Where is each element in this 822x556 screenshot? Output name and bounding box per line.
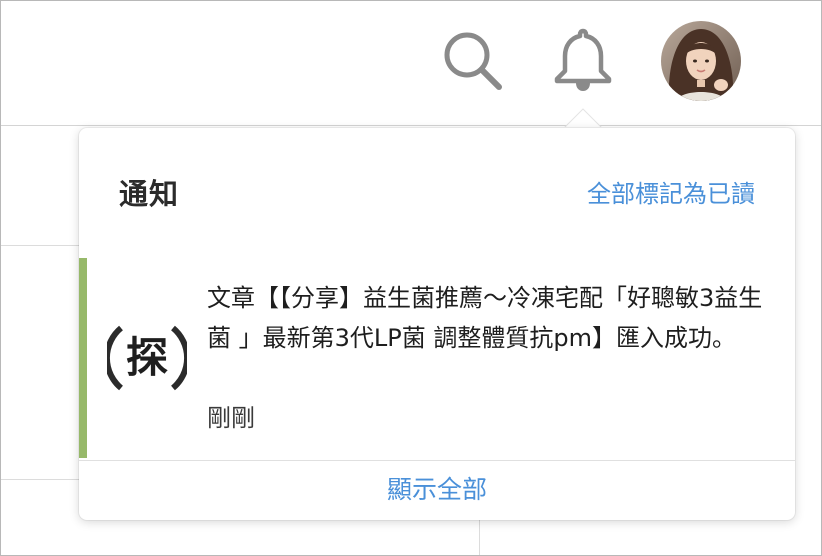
background-divider [1,245,79,246]
avatar-character: 探 [126,333,168,382]
tan-character-avatar: 探 [103,318,191,398]
top-header [1,1,821,126]
show-all-link[interactable]: 顯示全部 [79,470,795,510]
notification-item[interactable]: 探 文章【【分享】益生菌推薦～冷凍宅配「好聰敏3益生菌 」最新第3代LP菌 調整… [79,258,795,458]
search-icon[interactable] [439,27,507,95]
popover-caret [563,108,603,129]
notifications-dropdown: 通知 全部標記為已讀 探 文章【【分享】益生菌推薦～冷凍宅配「好聰敏3益生菌 」… [79,128,795,520]
app-window: 通知 全部標記為已讀 探 文章【【分享】益生菌推薦～冷凍宅配「好聰敏3益生菌 」… [0,0,822,556]
mark-all-read-link[interactable]: 全部標記為已讀 [587,176,755,212]
unread-indicator [79,258,87,458]
background-divider [479,520,480,555]
background-divider [1,479,79,480]
notification-message: 文章【【分享】益生菌推薦～冷凍宅配「好聰敏3益生菌 」最新第3代LP菌 調整體質… [207,284,763,352]
bell-icon[interactable] [551,27,615,93]
notification-time: 剛剛 [207,404,255,432]
user-avatar[interactable] [661,21,741,101]
panel-title: 通知 [119,177,180,211]
footer-divider [79,460,795,461]
